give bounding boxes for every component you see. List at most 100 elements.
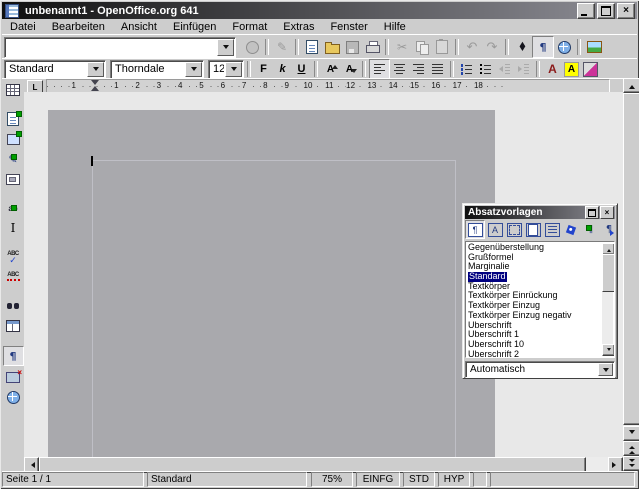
insert-button[interactable] [4,81,23,99]
maximize-button[interactable] [597,3,615,19]
edit-file-button[interactable]: ✎ [272,37,292,57]
paragraph-background-button[interactable] [581,60,600,78]
filter-dropdown-button[interactable] [598,363,613,376]
fill-format-button[interactable] [562,221,580,238]
next-page-button[interactable] [623,456,639,471]
open-button[interactable] [322,37,342,57]
size-dropdown-button[interactable] [225,62,242,77]
spellcheck-button[interactable]: ABC ✓ [4,248,23,266]
vertical-scrollbar[interactable] [623,78,639,471]
style-item-11[interactable]: Überschrift 2 [468,350,601,358]
find-button[interactable] [4,297,23,315]
new-style-button[interactable]: ¶ [581,221,599,238]
online-layout-button[interactable] [4,388,23,406]
font-color-button[interactable]: A [543,60,562,78]
new-document-button[interactable] [302,37,322,57]
style-list[interactable]: GegenüberstellungGrußformelMarginalieSta… [465,241,615,358]
highlight-button[interactable]: A [562,60,581,78]
align-right-button[interactable] [409,60,428,78]
style-item-4[interactable]: Textkörper [468,282,601,292]
minimize-button[interactable] [577,3,595,19]
stylist-close-button[interactable]: × [600,206,614,219]
copy-button[interactable] [412,37,432,57]
form-functions-button[interactable] [4,170,23,188]
previous-page-button[interactable] [623,441,639,456]
save-button[interactable] [342,37,362,57]
style-item-5[interactable]: Textkörper Einrückung [468,291,601,301]
list-scroll-down-button[interactable] [602,344,615,356]
italic-button[interactable]: k [273,60,292,78]
stylist-window[interactable]: Absatzvorlagen × ¶ A ¶ ¶ Gegenüberstellu… [462,203,618,379]
stop-button[interactable] [242,37,262,57]
font-size-combobox[interactable]: 12 [208,60,244,79]
decrease-font-button[interactable]: A [340,60,359,78]
increase-font-button[interactable]: A [321,60,340,78]
frame-styles-button[interactable] [505,221,523,238]
paragraph-style-combobox[interactable]: Standard [4,60,106,79]
menu-extras[interactable]: Extras [275,20,322,34]
cut-button[interactable]: ✂ [392,37,412,57]
direct-cursor-button[interactable]: I [4,219,23,237]
stylist-dock-button[interactable] [585,206,599,219]
style-item-0[interactable]: Gegenüberstellung [468,243,601,253]
autospellcheck-button[interactable]: ABC [4,268,23,286]
menu-format[interactable]: Format [224,20,275,34]
style-item-3[interactable]: Standard [468,272,507,282]
document-page[interactable] [48,110,495,457]
font-dropdown-button[interactable] [185,62,202,77]
left-indent-marker[interactable] [91,86,99,91]
align-center-button[interactable] [390,60,409,78]
url-dropdown-button[interactable] [217,39,234,56]
menu-fenster[interactable]: Fenster [322,20,375,34]
horizontal-scrollbar[interactable] [24,457,623,471]
style-list-scrollbar[interactable] [602,243,613,356]
style-item-9[interactable]: Überschrift 1 [468,330,601,340]
style-item-10[interactable]: Überschrift 10 [468,340,601,350]
print-button[interactable] [362,37,382,57]
stylist-title-bar[interactable]: Absatzvorlagen × [465,206,615,219]
menu-ansicht[interactable]: Ansicht [113,20,165,34]
graphics-onoff-button[interactable]: × [4,368,23,386]
horizontal-scroll-track[interactable] [39,457,608,471]
draw-functions-button[interactable]: ✎ [4,150,23,168]
stylist-button[interactable]: ¶ [532,36,554,58]
navigator-button[interactable]: ◆ [512,37,532,57]
menu-bearbeiten[interactable]: Bearbeiten [44,20,113,34]
paragraph-styles-button[interactable]: ¶ [465,220,485,239]
autotext-button[interactable]: ab [4,199,23,217]
paste-button[interactable] [432,37,452,57]
status-selection-mode[interactable]: STD [403,472,435,487]
title-bar[interactable]: unbenannt1 - OpenOffice.org 641 × [2,2,637,19]
numbering-styles-button[interactable] [543,221,561,238]
data-sources-button[interactable] [4,317,23,335]
font-name-combobox[interactable]: Thorndale [110,60,204,79]
status-style[interactable]: Standard [147,472,307,487]
decrease-indent-button[interactable] [495,60,514,78]
hyperlink-button[interactable] [554,37,574,57]
character-styles-button[interactable]: A [486,221,504,238]
bullet-list-button[interactable] [476,60,495,78]
scroll-up-button[interactable] [623,78,639,93]
numbered-list-button[interactable] [457,60,476,78]
style-item-6[interactable]: Textkörper Einzug [468,301,601,311]
style-filter-combobox[interactable]: Automatisch [465,361,615,378]
close-button[interactable]: × [617,3,635,19]
undo-button[interactable]: ↶ [462,37,482,57]
update-style-button[interactable]: ¶ [600,221,618,238]
insert-fields-button[interactable] [4,110,23,128]
align-justify-button[interactable] [428,60,447,78]
underline-button[interactable]: U [292,60,311,78]
style-dropdown-button[interactable] [87,62,104,77]
vertical-scroll-track[interactable] [623,93,639,426]
style-item-1[interactable]: Grußformel [468,253,601,263]
menu-hilfe[interactable]: Hilfe [376,20,414,34]
status-insert-mode[interactable]: EINFG [356,472,400,487]
nonprinting-chars-button[interactable]: ¶ [3,346,24,366]
menu-datei[interactable]: Datei [2,20,44,34]
list-scroll-thumb[interactable] [602,254,615,292]
status-hyperlink-mode[interactable]: HYP [438,472,470,487]
insert-objects-button[interactable] [4,130,23,148]
app-icon[interactable] [5,4,19,18]
increase-indent-button[interactable] [514,60,533,78]
page-styles-button[interactable] [524,221,542,238]
